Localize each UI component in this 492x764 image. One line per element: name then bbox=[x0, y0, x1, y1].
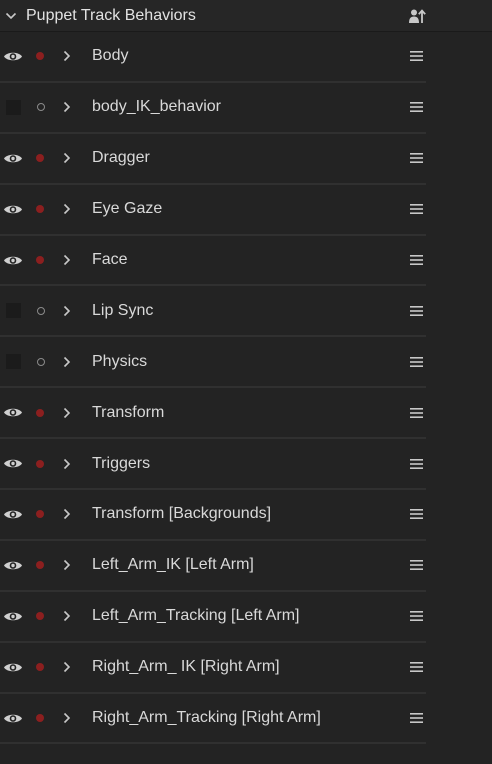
chevron-right-icon[interactable] bbox=[61, 506, 73, 522]
behavior-label: Transform [Backgrounds] bbox=[92, 505, 272, 523]
behavior-label: Right_Arm_ IK [Right Arm] bbox=[92, 658, 280, 676]
puppet-track-behaviors-panel: Puppet Track Behaviors Body body_IK_behav… bbox=[0, 0, 492, 764]
behavior-row[interactable]: Left_Arm_Tracking [Left Arm] bbox=[0, 592, 426, 643]
behavior-label: Physics bbox=[92, 352, 148, 370]
chevron-right-icon[interactable] bbox=[61, 150, 73, 166]
unarmed-dot-icon[interactable] bbox=[37, 306, 45, 315]
hamburger-menu-icon[interactable] bbox=[409, 202, 423, 216]
behavior-row[interactable]: Physics bbox=[0, 337, 426, 389]
chevron-right-icon[interactable] bbox=[61, 252, 73, 268]
chevron-right-icon[interactable] bbox=[61, 456, 73, 472]
eye-icon[interactable] bbox=[3, 608, 23, 624]
eye-icon[interactable] bbox=[3, 710, 23, 726]
armed-dot-icon[interactable] bbox=[36, 256, 44, 264]
behavior-label: body_IK_behavior bbox=[92, 98, 221, 116]
eye-icon[interactable] bbox=[3, 659, 23, 675]
eye-icon[interactable] bbox=[3, 405, 23, 421]
armed-dot-icon[interactable] bbox=[36, 205, 44, 214]
behavior-row[interactable]: Lip Sync bbox=[0, 286, 426, 338]
chevron-right-icon[interactable] bbox=[61, 201, 73, 217]
behavior-row[interactable]: Left_Arm_IK [Left Arm] bbox=[0, 541, 426, 592]
hamburger-menu-icon[interactable] bbox=[409, 711, 423, 725]
chevron-right-icon[interactable] bbox=[61, 557, 73, 573]
hamburger-menu-icon[interactable] bbox=[409, 49, 423, 63]
add-behavior-icon bbox=[408, 8, 426, 24]
eye-icon[interactable] bbox=[3, 252, 23, 268]
visibility-off-toggle[interactable] bbox=[6, 99, 21, 115]
hamburger-menu-icon[interactable] bbox=[409, 507, 423, 521]
chevron-right-icon[interactable] bbox=[61, 354, 73, 370]
visibility-off-toggle[interactable] bbox=[6, 303, 21, 319]
panel-title: Puppet Track Behaviors bbox=[26, 6, 196, 24]
chevron-right-icon[interactable] bbox=[61, 608, 73, 624]
behavior-row[interactable]: Dragger bbox=[0, 134, 426, 185]
eye-icon[interactable] bbox=[3, 506, 23, 522]
eye-icon[interactable] bbox=[3, 201, 23, 217]
armed-dot-icon[interactable] bbox=[36, 154, 44, 163]
eye-icon[interactable] bbox=[3, 48, 23, 64]
behavior-row[interactable]: body_IK_behavior bbox=[0, 83, 426, 134]
behavior-label: Eye Gaze bbox=[92, 200, 163, 218]
hamburger-menu-icon[interactable] bbox=[409, 253, 423, 267]
behavior-row[interactable]: Right_Arm_Tracking [Right Arm] bbox=[0, 694, 426, 745]
behavior-label: Left_Arm_Tracking [Left Arm] bbox=[92, 607, 300, 625]
add-behavior-button[interactable] bbox=[404, 4, 430, 28]
behavior-list: Body body_IK_behavior Dragger Eye Gaze Face L… bbox=[0, 32, 426, 745]
hamburger-menu-icon[interactable] bbox=[409, 355, 423, 369]
behavior-label: Triggers bbox=[92, 454, 151, 472]
armed-dot-icon[interactable] bbox=[36, 714, 44, 723]
behavior-label: Transform bbox=[92, 403, 165, 421]
chevron-right-icon[interactable] bbox=[61, 99, 73, 115]
behavior-row[interactable]: Body bbox=[0, 32, 426, 83]
armed-dot-icon[interactable] bbox=[36, 663, 44, 672]
chevron-right-icon[interactable] bbox=[61, 659, 73, 675]
behavior-label: Right_Arm_Tracking [Right Arm] bbox=[92, 709, 321, 727]
unarmed-dot-icon[interactable] bbox=[37, 357, 45, 366]
visibility-off-toggle[interactable] bbox=[6, 354, 21, 370]
behavior-row[interactable]: Triggers bbox=[0, 439, 426, 491]
armed-dot-icon[interactable] bbox=[36, 459, 44, 468]
eye-icon[interactable] bbox=[3, 557, 23, 573]
chevron-right-icon[interactable] bbox=[61, 303, 73, 319]
behavior-label: Face bbox=[92, 251, 128, 268]
chevron-down-icon[interactable] bbox=[0, 0, 22, 31]
hamburger-menu-icon[interactable] bbox=[409, 457, 423, 471]
behavior-label: Dragger bbox=[92, 149, 150, 167]
hamburger-menu-icon[interactable] bbox=[409, 660, 423, 674]
behavior-label: Left_Arm_IK [Left Arm] bbox=[92, 556, 254, 574]
hamburger-menu-icon[interactable] bbox=[409, 558, 423, 572]
armed-dot-icon[interactable] bbox=[36, 561, 44, 570]
eye-icon[interactable] bbox=[3, 150, 23, 166]
hamburger-menu-icon[interactable] bbox=[409, 100, 423, 114]
hamburger-menu-icon[interactable] bbox=[409, 609, 423, 623]
panel-header: Puppet Track Behaviors bbox=[0, 0, 492, 32]
behavior-label: Lip Sync bbox=[92, 301, 154, 319]
hamburger-menu-icon[interactable] bbox=[409, 304, 423, 318]
chevron-right-icon[interactable] bbox=[61, 48, 73, 64]
armed-dot-icon[interactable] bbox=[36, 52, 44, 61]
armed-dot-icon[interactable] bbox=[36, 612, 44, 621]
behavior-label: Body bbox=[92, 47, 129, 65]
behavior-row[interactable]: Transform [Backgrounds] bbox=[0, 490, 426, 541]
behavior-row[interactable]: Eye Gaze bbox=[0, 185, 426, 236]
armed-dot-icon[interactable] bbox=[36, 408, 44, 417]
eye-icon[interactable] bbox=[3, 456, 23, 472]
behavior-row[interactable]: Face bbox=[0, 236, 426, 287]
chevron-right-icon[interactable] bbox=[61, 405, 73, 421]
hamburger-menu-icon[interactable] bbox=[409, 406, 423, 420]
behavior-row[interactable]: Right_Arm_ IK [Right Arm] bbox=[0, 643, 426, 694]
unarmed-dot-icon[interactable] bbox=[37, 103, 45, 112]
armed-dot-icon[interactable] bbox=[36, 510, 44, 519]
hamburger-menu-icon[interactable] bbox=[409, 151, 423, 165]
behavior-row[interactable]: Transform bbox=[0, 388, 426, 440]
chevron-right-icon[interactable] bbox=[61, 710, 73, 726]
